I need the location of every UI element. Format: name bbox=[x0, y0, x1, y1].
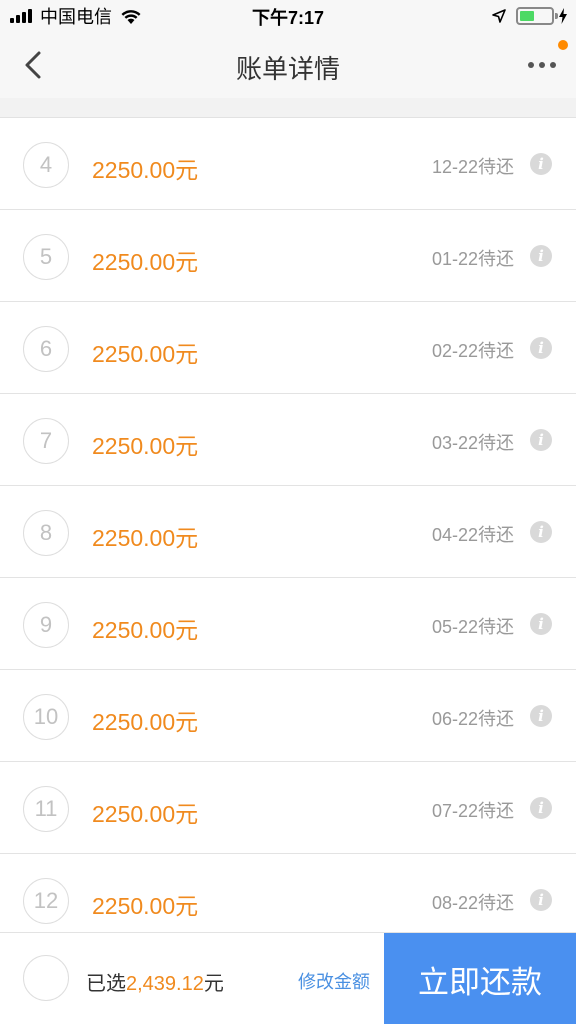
modify-amount-link[interactable]: 修改金额 bbox=[298, 968, 370, 994]
info-icon[interactable]: i bbox=[530, 153, 552, 175]
installment-amount: 2250.00元 bbox=[92, 157, 199, 183]
info-icon[interactable]: i bbox=[530, 429, 552, 451]
installment-amount: 2250.00元 bbox=[92, 709, 199, 735]
status-right bbox=[492, 6, 568, 26]
installment-row[interactable]: 7 2250.00元 03-22待还 i bbox=[0, 394, 576, 486]
installment-row[interactable]: 9 2250.00元 05-22待还 i bbox=[0, 578, 576, 670]
installment-list: 4 2250.00元 12-22待还 i 5 2250.00元 01-22待还 … bbox=[0, 118, 576, 932]
selected-suffix: 元 bbox=[203, 973, 224, 995]
bottom-bar: 已选2,439.12元 修改金额 立即还款 bbox=[0, 932, 576, 1024]
selected-prefix: 已选 bbox=[86, 973, 126, 995]
due-date-status: 04-22待还 bbox=[431, 525, 514, 545]
installment-row[interactable]: 4 2250.00元 12-22待还 i bbox=[0, 118, 576, 210]
installment-row[interactable]: 8 2250.00元 04-22待还 i bbox=[0, 486, 576, 578]
info-icon[interactable]: i bbox=[530, 613, 552, 635]
due-date-status: 12-22待还 bbox=[431, 157, 514, 177]
location-arrow-icon bbox=[492, 9, 506, 23]
installment-amount: 2250.00元 bbox=[92, 801, 199, 827]
info-icon[interactable]: i bbox=[530, 889, 552, 911]
installment-row[interactable]: 5 2250.00元 01-22待还 i bbox=[0, 210, 576, 302]
due-date-status: 08-22待还 bbox=[431, 893, 514, 913]
status-bar: 中国电信 下午7:17 bbox=[0, 0, 576, 32]
section-gap bbox=[0, 98, 576, 118]
period-select-circle[interactable]: 7 bbox=[23, 418, 69, 464]
period-select-circle[interactable]: 5 bbox=[23, 234, 69, 280]
info-icon[interactable]: i bbox=[530, 245, 552, 267]
period-select-circle[interactable]: 9 bbox=[23, 602, 69, 648]
period-select-circle[interactable]: 6 bbox=[23, 326, 69, 372]
notification-dot bbox=[558, 40, 568, 50]
due-date-status: 05-22待还 bbox=[431, 617, 514, 637]
installment-amount: 2250.00元 bbox=[92, 525, 199, 551]
charging-bolt-icon bbox=[559, 8, 567, 24]
installment-row[interactable]: 6 2250.00元 02-22待还 i bbox=[0, 302, 576, 394]
due-date-status: 07-22待还 bbox=[431, 801, 514, 821]
installment-amount: 2250.00元 bbox=[92, 249, 199, 275]
pay-now-button[interactable]: 立即还款 bbox=[384, 933, 576, 1024]
info-icon[interactable]: i bbox=[530, 705, 552, 727]
installment-amount: 2250.00元 bbox=[92, 433, 199, 459]
due-date-status: 02-22待还 bbox=[431, 341, 514, 361]
installment-row[interactable]: 11 2250.00元 07-22待还 i bbox=[0, 762, 576, 854]
more-horizontal-icon[interactable] bbox=[522, 52, 562, 78]
period-select-circle[interactable]: 8 bbox=[23, 510, 69, 556]
nav-bar: 账单详情 bbox=[0, 32, 576, 98]
info-icon[interactable]: i bbox=[530, 337, 552, 359]
select-all-circle[interactable] bbox=[23, 955, 69, 1001]
installment-amount: 2250.00元 bbox=[92, 893, 199, 919]
page-title: 账单详情 bbox=[235, 54, 340, 84]
period-select-circle[interactable]: 12 bbox=[23, 878, 69, 924]
installment-amount: 2250.00元 bbox=[92, 617, 199, 643]
info-icon[interactable]: i bbox=[530, 797, 552, 819]
installment-row[interactable]: 12 2250.00元 08-22待还 i bbox=[0, 854, 576, 932]
period-select-circle[interactable]: 4 bbox=[23, 142, 69, 188]
status-time: 下午7:17 bbox=[251, 8, 325, 28]
period-select-circle[interactable]: 10 bbox=[23, 694, 69, 740]
selected-summary: 已选2,439.12元 bbox=[86, 967, 224, 996]
info-icon[interactable]: i bbox=[530, 521, 552, 543]
due-date-status: 03-22待还 bbox=[431, 433, 514, 453]
battery-icon bbox=[516, 7, 558, 25]
period-select-circle[interactable]: 11 bbox=[23, 786, 69, 832]
due-date-status: 06-22待还 bbox=[431, 709, 514, 729]
due-date-status: 01-22待还 bbox=[431, 249, 514, 269]
installment-amount: 2250.00元 bbox=[92, 341, 199, 367]
installment-row[interactable]: 10 2250.00元 06-22待还 i bbox=[0, 670, 576, 762]
selected-amount: 2,439.12 bbox=[126, 973, 204, 995]
